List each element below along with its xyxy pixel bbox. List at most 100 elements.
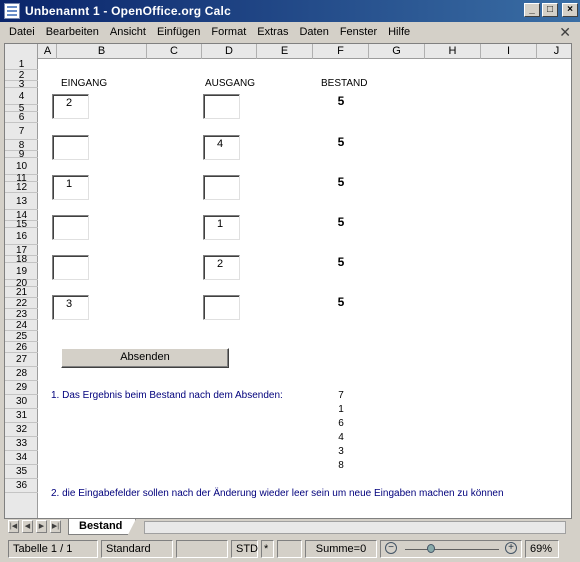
menu-fenster[interactable]: Fenster: [335, 26, 383, 38]
row-header[interactable]: 18: [5, 255, 38, 265]
ausgang-field-1[interactable]: [203, 94, 240, 119]
row-header[interactable]: 34: [5, 451, 38, 465]
ausgang-field-6[interactable]: [203, 295, 240, 320]
menu-einfuegen[interactable]: Einfügen: [152, 26, 206, 38]
result-value: 3: [338, 446, 344, 457]
label-bestand: BESTAND: [321, 78, 368, 89]
zoom-in-icon[interactable]: +: [505, 542, 517, 554]
eingang-field-1[interactable]: 2: [52, 94, 89, 119]
row-header[interactable]: 28: [5, 367, 38, 381]
row-header[interactable]: 12: [5, 182, 38, 193]
tab-bestand[interactable]: Bestand: [68, 519, 136, 535]
result-value: 6: [338, 418, 344, 429]
next-sheet-icon[interactable]: ▶: [36, 520, 47, 533]
row-header[interactable]: 20: [5, 279, 38, 289]
prev-sheet-icon[interactable]: ◀: [22, 520, 33, 533]
close-button[interactable]: ×: [562, 3, 578, 17]
row-header[interactable]: 26: [5, 342, 38, 353]
result-value: 8: [338, 460, 344, 471]
bestand-value-1: 5: [337, 94, 345, 108]
row-header[interactable]: 13: [5, 193, 38, 210]
row-header[interactable]: 5: [5, 104, 38, 114]
row-header[interactable]: 7: [5, 123, 38, 140]
col-header-f[interactable]: F: [313, 44, 369, 59]
bestand-value-3: 5: [337, 175, 345, 189]
status-zoom[interactable]: 69%: [525, 540, 559, 558]
menu-hilfe[interactable]: Hilfe: [383, 26, 416, 38]
title-bar: Unbenannt 1 - OpenOffice.org Calc _ □ ×: [0, 0, 580, 22]
first-sheet-icon[interactable]: |◀: [8, 520, 19, 533]
eingang-field-2[interactable]: [52, 135, 89, 160]
menu-daten[interactable]: Daten: [294, 26, 334, 38]
bestand-value-6: 5: [337, 295, 345, 309]
calc-app-icon: [4, 3, 20, 19]
row-header[interactable]: 36: [5, 479, 38, 493]
row-header[interactable]: 24: [5, 320, 38, 331]
bestand-value-2: 5: [337, 135, 345, 149]
absenden-button[interactable]: Absenden: [61, 348, 229, 368]
status-page-style[interactable]: Standard: [101, 540, 173, 558]
status-sum: Summe=0: [305, 540, 377, 558]
eingang-field-5[interactable]: [52, 255, 89, 280]
col-header-h[interactable]: H: [425, 44, 481, 59]
ausgang-field-4[interactable]: 1: [203, 215, 240, 240]
horizontal-scrollbar[interactable]: [144, 521, 566, 534]
eingang-field-3[interactable]: 1: [52, 175, 89, 200]
select-all-corner[interactable]: [5, 44, 38, 59]
zoom-slider[interactable]: − +: [380, 540, 522, 558]
status-signature: [277, 540, 302, 558]
label-eingang: EINGANG: [61, 78, 108, 89]
row-header[interactable]: 9: [5, 150, 38, 160]
menu-datei[interactable]: Datei: [4, 26, 41, 38]
row-header[interactable]: 3: [5, 80, 38, 90]
col-header-d[interactable]: D: [202, 44, 257, 59]
last-sheet-icon[interactable]: ▶|: [50, 520, 61, 533]
row-header[interactable]: 23: [5, 309, 38, 320]
eingang-field-4[interactable]: [52, 215, 89, 240]
col-header-b[interactable]: B: [57, 44, 147, 59]
status-modified: *: [261, 540, 274, 558]
cell-grid[interactable]: EINGANG AUSGANG BESTAND 2 5 4 5 1 5 1 5 …: [39, 59, 571, 518]
zoom-track[interactable]: [405, 549, 499, 550]
status-sheet: Tabelle 1 / 1: [8, 540, 98, 558]
maximize-button[interactable]: □: [542, 3, 558, 17]
row-header[interactable]: 21: [5, 287, 38, 298]
eingang-field-6[interactable]: 3: [52, 295, 89, 320]
row-header[interactable]: 30: [5, 395, 38, 409]
row-headers: 1 2 3 4 5 6 7 8 9 10 11 12 13 14 15 16 17 18 19 20 21 22 23 24 2…: [5, 59, 38, 518]
row-header[interactable]: 1: [5, 59, 38, 70]
row-header[interactable]: 27: [5, 353, 38, 367]
status-selection-mode[interactable]: STD: [231, 540, 258, 558]
note-2: 2. die Eingabefelder sollen nach der Änd…: [51, 488, 504, 499]
row-header[interactable]: 35: [5, 465, 38, 479]
row-header[interactable]: 6: [5, 112, 38, 123]
note-1: 1. Das Ergebnis beim Bestand nach dem Ab…: [51, 390, 283, 401]
minimize-button[interactable]: _: [524, 3, 540, 17]
menu-bearbeiten[interactable]: Bearbeiten: [41, 26, 105, 38]
menu-format[interactable]: Format: [206, 26, 252, 38]
col-header-j[interactable]: J: [537, 44, 571, 59]
col-header-i[interactable]: I: [481, 44, 537, 59]
zoom-out-icon[interactable]: −: [385, 542, 397, 554]
col-header-g[interactable]: G: [369, 44, 425, 59]
row-header[interactable]: 32: [5, 423, 38, 437]
menu-extras[interactable]: Extras: [252, 26, 294, 38]
row-header[interactable]: 25: [5, 331, 38, 342]
col-header-a[interactable]: A: [39, 44, 57, 59]
row-header[interactable]: 22: [5, 298, 38, 309]
col-header-c[interactable]: C: [147, 44, 202, 59]
ausgang-field-5[interactable]: 2: [203, 255, 240, 280]
row-header[interactable]: 33: [5, 437, 38, 451]
ausgang-field-2[interactable]: 4: [203, 135, 240, 160]
row-header[interactable]: 16: [5, 228, 38, 245]
zoom-thumb[interactable]: [427, 544, 435, 553]
col-header-e[interactable]: E: [257, 44, 313, 59]
ausgang-field-3[interactable]: [203, 175, 240, 200]
document-close-icon[interactable]: ✕: [559, 24, 571, 41]
row-header[interactable]: 11: [5, 174, 38, 184]
menu-ansicht[interactable]: Ansicht: [105, 26, 152, 38]
row-header[interactable]: 15: [5, 220, 38, 230]
row-header[interactable]: 29: [5, 381, 38, 395]
bestand-value-5: 5: [337, 255, 345, 269]
row-header[interactable]: 31: [5, 409, 38, 423]
